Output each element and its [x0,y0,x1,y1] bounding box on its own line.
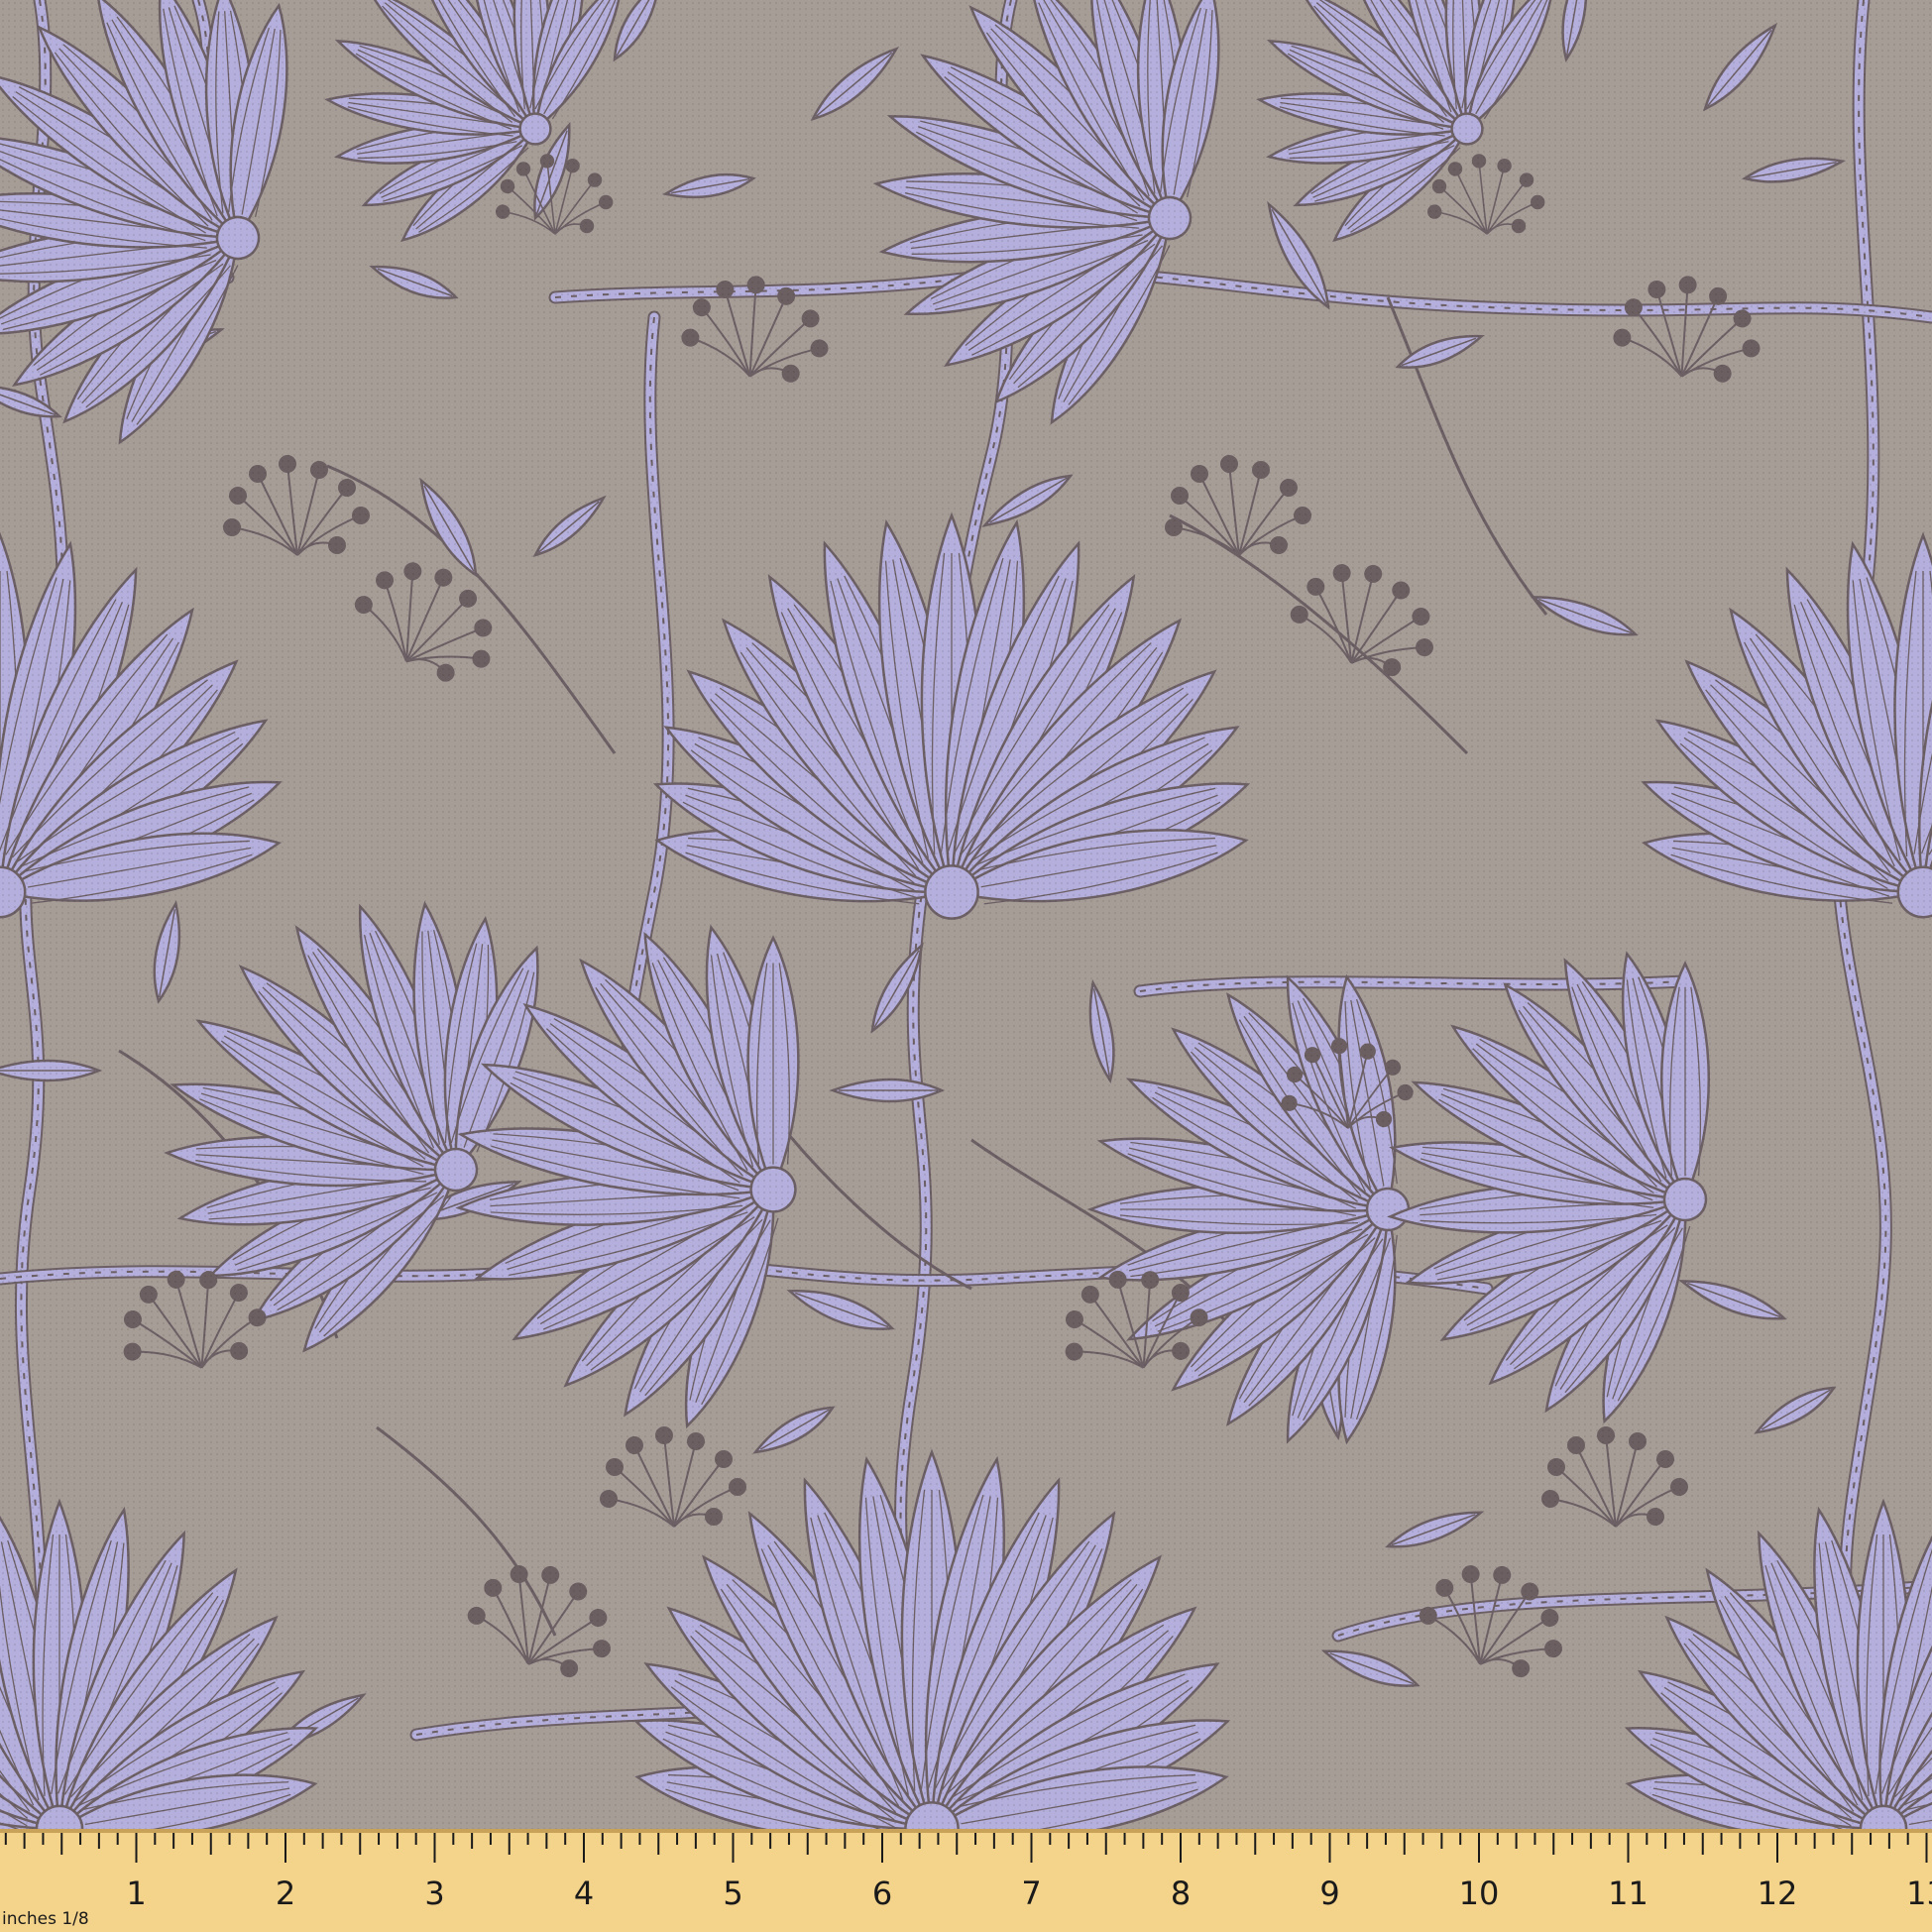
ruler-number: 5 [723,1875,742,1912]
ruler-number: 3 [424,1875,444,1912]
ruler-number: 13 [1906,1875,1932,1912]
ruler-number: 1 [126,1875,146,1912]
ruler-number: 9 [1319,1875,1339,1912]
ruler-number: 4 [574,1875,594,1912]
ruler-number: 10 [1459,1875,1500,1912]
ruler-number: 11 [1608,1875,1648,1912]
ruler-number: 8 [1171,1875,1191,1912]
ruler-number: 12 [1758,1875,1798,1912]
weave-texture [0,0,1932,1829]
floral-fabric-pattern [0,0,1932,1829]
ruler-edge [0,1829,1932,1833]
ruler-unit-label: inches 1/8 [2,1909,89,1929]
ruler-number: 6 [872,1875,892,1912]
measuring-ruler: 12345678910111213 inches 1/8 [0,1829,1932,1932]
ruler-number: 2 [276,1875,295,1912]
ruler-number: 7 [1021,1875,1041,1912]
